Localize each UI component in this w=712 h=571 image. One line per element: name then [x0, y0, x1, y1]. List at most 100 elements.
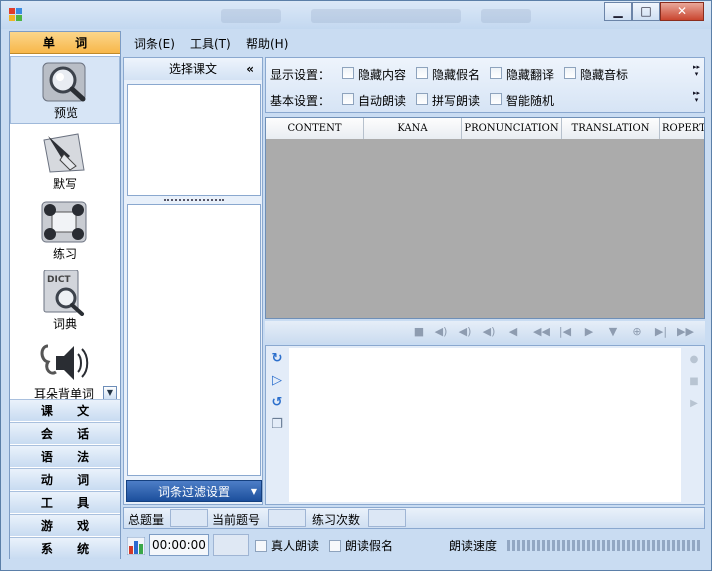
- tool-preview-label: 预览: [53, 106, 78, 120]
- hide-phonetic-checkbox[interactable]: [564, 67, 576, 79]
- skip-forward-icon[interactable]: ▶|: [653, 324, 669, 340]
- current-index-label: 当前题号: [212, 513, 261, 527]
- skip-back-icon[interactable]: |◀: [557, 324, 573, 340]
- basic-settings-scroll[interactable]: ▸▸ ▾: [692, 90, 701, 106]
- smart-random-checkbox[interactable]: [490, 93, 502, 105]
- tool-ear-words[interactable]: 耳朵背单词 ▼: [10, 336, 120, 404]
- read-speed-label: 朗读速度: [449, 539, 498, 553]
- detail-text-area[interactable]: [289, 348, 681, 502]
- column-pronunciation[interactable]: PRONUNCIATION: [462, 118, 562, 139]
- practice-icon: [41, 201, 87, 243]
- svg-text:DICT: DICT: [47, 275, 71, 285]
- nav-cat-system[interactable]: 系 统: [10, 537, 120, 559]
- tool-dictation[interactable]: 默写: [10, 126, 120, 194]
- record-icon[interactable]: ●: [688, 354, 700, 366]
- detail-panel: ↻ ▷ ↺ ❐ ● ■ ▶: [265, 345, 705, 505]
- lesson-list-top[interactable]: [127, 84, 261, 196]
- fast-forward-icon[interactable]: ▶▶: [677, 324, 694, 340]
- current-index-value: [268, 509, 306, 527]
- read-kana-label: 朗读假名: [345, 539, 394, 553]
- pen-nib-icon: [43, 133, 85, 173]
- tool-dictionary[interactable]: DICT 词典: [10, 266, 120, 334]
- play-record-icon[interactable]: ▶: [688, 398, 700, 410]
- close-button[interactable]: ✕: [660, 2, 704, 21]
- nav-cat-text[interactable]: 课 文: [10, 399, 120, 421]
- hide-content-checkbox[interactable]: [342, 67, 354, 79]
- play-icon[interactable]: ▶: [581, 324, 597, 340]
- column-translation[interactable]: TRANSLATION: [562, 118, 660, 139]
- column-property[interactable]: ROPERTY: [660, 118, 704, 139]
- real-voice-checkbox[interactable]: [255, 540, 267, 552]
- nav-cat-games[interactable]: 游 戏: [10, 514, 120, 536]
- grid-header: CONTENT KANA PRONUNCIATION TRANSLATION R…: [266, 118, 704, 139]
- hide-translation-checkbox[interactable]: [490, 67, 502, 79]
- tool-practice-label: 练习: [52, 247, 77, 261]
- nav-cat-verbs[interactable]: 动 词: [10, 468, 120, 490]
- lesson-panel: 选择课文 « 词条过滤设置 ▼: [123, 57, 263, 505]
- tool-dictation-label: 默写: [52, 177, 77, 191]
- speaker-repeat-icon[interactable]: ◀): [481, 324, 497, 340]
- speaker-icon[interactable]: ◀): [433, 324, 449, 340]
- basic-settings-row: 基本设置： 自动朗读 拼写朗读 智能随机: [270, 90, 700, 108]
- next-icon[interactable]: ▷: [270, 374, 284, 388]
- player-toolbar: ■ ◀) ◀) ◀) ◀ ◀◀ |◀ ▶ ▼ ⊕ ▶| ▶▶: [265, 321, 705, 343]
- app-icon: [9, 8, 23, 22]
- stop-record-icon[interactable]: ■: [688, 376, 700, 388]
- menu-bar: 词条(E) 工具(T) 帮助(H): [123, 31, 709, 55]
- copy-icon[interactable]: ❐: [270, 418, 284, 432]
- mark-icon[interactable]: ▼: [605, 324, 621, 340]
- display-settings-label: 显示设置：: [270, 68, 331, 82]
- tool-preview[interactable]: 预览: [10, 56, 120, 124]
- stats-bar: 总题量 当前题号 练习次数: [123, 507, 705, 529]
- ear-speaker-icon: [40, 344, 89, 380]
- column-kana[interactable]: KANA: [364, 118, 462, 139]
- status-box: [213, 534, 249, 556]
- nav-cat-conversation[interactable]: 会 话: [10, 422, 120, 444]
- menu-edit[interactable]: 词条(E): [134, 35, 175, 52]
- column-content[interactable]: CONTENT: [266, 118, 364, 139]
- title-bar[interactable]: ▁ □ ✕: [1, 1, 711, 29]
- total-count-value: [170, 509, 208, 527]
- total-count-label: 总题量: [128, 513, 165, 527]
- elapsed-time: 00:00:00: [149, 534, 209, 556]
- tool-dictionary-label: 词典: [52, 317, 77, 331]
- collapse-icon[interactable]: «: [246, 58, 254, 80]
- hide-phonetic-label: 隐藏音标: [580, 68, 629, 82]
- hide-kana-checkbox[interactable]: [416, 67, 428, 79]
- nav-cat-grammar[interactable]: 语 法: [10, 445, 120, 467]
- lesson-list-bottom[interactable]: [127, 204, 261, 476]
- bottom-bar: 00:00:00 真人朗读 朗读假名 朗读速度: [123, 531, 705, 559]
- menu-tools[interactable]: 工具(T): [190, 35, 231, 52]
- display-settings-scroll[interactable]: ▸▸ ▾: [692, 64, 701, 80]
- speed-slider[interactable]: [507, 540, 701, 551]
- chart-icon: [127, 537, 145, 555]
- left-nav: 单 词 预览 默写 练习 DICT 词典 耳朵背单词 ▼ 课 文 会 话 语 法…: [9, 31, 121, 559]
- practice-count-label: 练习次数: [312, 513, 361, 527]
- menu-help[interactable]: 帮助(H): [246, 35, 288, 52]
- target-icon[interactable]: ⊕: [629, 324, 645, 340]
- minimize-button[interactable]: ▁: [604, 2, 632, 21]
- nav-header-words[interactable]: 单 词: [10, 32, 120, 54]
- speaker-mute-icon[interactable]: ◀: [505, 324, 521, 340]
- magnifier-icon: [42, 62, 86, 102]
- maximize-button[interactable]: □: [632, 2, 660, 21]
- nav-cat-tools[interactable]: 工 具: [10, 491, 120, 513]
- auto-read-label: 自动朗读: [358, 94, 407, 108]
- hide-kana-label: 隐藏假名: [432, 68, 481, 82]
- auto-read-checkbox[interactable]: [342, 93, 354, 105]
- spell-read-checkbox[interactable]: [416, 93, 428, 105]
- filter-settings-label: 词条过滤设置: [157, 485, 230, 499]
- word-grid[interactable]: CONTENT KANA PRONUNCIATION TRANSLATION R…: [265, 117, 705, 319]
- speaker-slow-icon[interactable]: ◀): [457, 324, 473, 340]
- app-window: ▁ □ ✕ 词条(E) 工具(T) 帮助(H) 单 词 预览 默写 练习 DIC…: [0, 0, 712, 571]
- stop-icon[interactable]: ■: [411, 324, 427, 340]
- chevron-down-icon[interactable]: ▼: [103, 386, 117, 400]
- spell-read-label: 拼写朗读: [432, 94, 481, 108]
- reload-icon[interactable]: ↺: [270, 396, 284, 410]
- refresh-icon[interactable]: ↻: [270, 352, 284, 366]
- lesson-panel-title: 选择课文: [168, 62, 217, 76]
- read-kana-checkbox[interactable]: [329, 540, 341, 552]
- tool-practice[interactable]: 练习: [10, 196, 120, 264]
- filter-settings-button[interactable]: 词条过滤设置 ▼: [126, 480, 262, 502]
- rewind-icon[interactable]: ◀◀: [533, 324, 550, 340]
